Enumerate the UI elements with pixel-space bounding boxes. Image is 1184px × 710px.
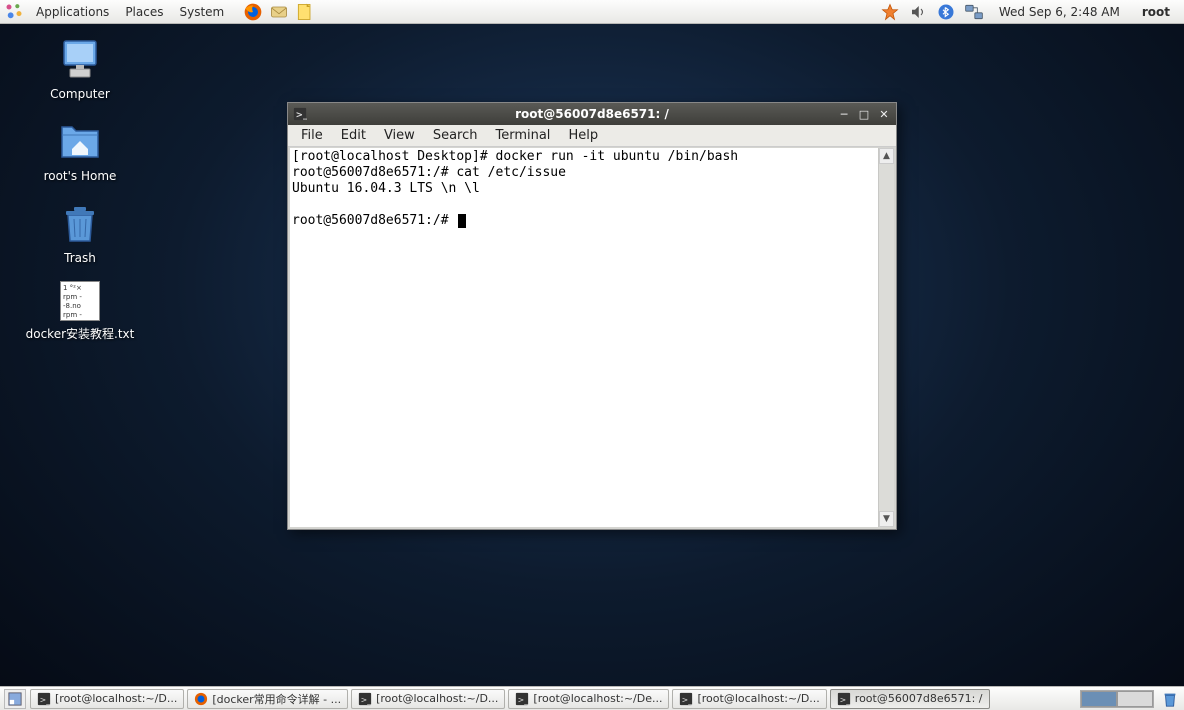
scroll-down-icon[interactable]: ▼ [879, 511, 894, 527]
home-label: root's Home [44, 169, 117, 183]
taskbar-item-label: [root@localhost:~/D... [376, 692, 498, 705]
home-folder-icon[interactable]: root's Home [20, 117, 140, 183]
taskbar-item[interactable]: >_ root@56007d8e6571: / [830, 689, 990, 709]
window-title: root@56007d8e6571: / [288, 107, 896, 121]
computer-label: Computer [50, 87, 110, 101]
taskbar-item[interactable]: >_ [root@localhost:~/D... [672, 689, 826, 709]
trash-icon[interactable]: Trash [20, 199, 140, 265]
terminal-window: >_ root@56007d8e6571: / ─ □ ✕ File Edit … [287, 102, 897, 530]
evolution-icon[interactable] [267, 0, 291, 24]
svg-text:>_: >_ [682, 695, 693, 704]
file-menu[interactable]: File [292, 126, 332, 145]
taskbar-item-label: [root@localhost:~/D... [55, 692, 177, 705]
close-button[interactable]: ✕ [876, 107, 892, 121]
cursor [458, 214, 466, 228]
terminal-window-icon: >_ [293, 107, 307, 121]
svg-text:>_: >_ [40, 695, 51, 704]
update-icon[interactable] [878, 0, 902, 24]
terminal-icon: >_ [358, 692, 372, 706]
trash-label: Trash [64, 251, 96, 265]
top-panel: Applications Places System Wed Sep 6, 2:… [0, 0, 1184, 24]
bluetooth-icon[interactable] [934, 0, 958, 24]
system-menu[interactable]: System [171, 2, 232, 22]
firefox-icon[interactable] [241, 0, 265, 24]
terminal-menu[interactable]: Terminal [486, 126, 559, 145]
minimize-button[interactable]: ─ [836, 107, 852, 121]
taskbar-item-label: [root@localhost:~/D... [697, 692, 819, 705]
user-menu[interactable]: root [1132, 5, 1180, 19]
scroll-up-icon[interactable]: ▲ [879, 148, 894, 164]
svg-text:>_: >_ [518, 695, 529, 704]
titlebar[interactable]: >_ root@56007d8e6571: / ─ □ ✕ [288, 103, 896, 125]
taskbar-item[interactable]: [docker常用命令详解 - ... [187, 689, 348, 709]
places-menu[interactable]: Places [117, 2, 171, 22]
taskbar-item-label: [root@localhost:~/De... [533, 692, 662, 705]
taskbar-item[interactable]: >_ [root@localhost:~/D... [351, 689, 505, 709]
terminal-content[interactable]: [root@localhost Desktop]# docker run -it… [290, 148, 878, 527]
terminal-icon: >_ [515, 692, 529, 706]
bottom-panel: >_ [root@localhost:~/D... [docker常用命令详解 - … [0, 686, 1184, 710]
svg-text:>_: >_ [296, 111, 307, 121]
edit-menu[interactable]: Edit [332, 126, 375, 145]
desktop-icons: Computer root's Home Trash 1 °²× rpm - -… [20, 35, 140, 358]
taskbar-item-label: root@56007d8e6571: / [855, 692, 983, 705]
taskbar-item[interactable]: >_ [root@localhost:~/D... [30, 689, 184, 709]
svg-text:>_: >_ [361, 695, 372, 704]
workspace-switcher [1080, 690, 1154, 708]
taskbar-item-label: [docker常用命令详解 - ... [212, 691, 341, 707]
terminal-icon: >_ [37, 692, 51, 706]
terminal-menubar: File Edit View Search Terminal Help [288, 125, 896, 147]
network-icon[interactable] [962, 0, 986, 24]
applications-menu[interactable]: Applications [28, 2, 117, 22]
terminal-icon: >_ [679, 692, 693, 706]
text-file-icon[interactable]: 1 °²× rpm - -8.no rpm - docker安装教程.txt [20, 281, 140, 342]
maximize-button[interactable]: □ [856, 107, 872, 121]
taskbar-item[interactable]: >_ [root@localhost:~/De... [508, 689, 669, 709]
help-menu[interactable]: Help [559, 126, 607, 145]
svg-text:>_: >_ [839, 695, 850, 704]
scroll-track[interactable] [879, 164, 894, 511]
scrollbar[interactable]: ▲ ▼ [878, 148, 894, 527]
volume-icon[interactable] [906, 0, 930, 24]
panel-trash-icon[interactable] [1160, 689, 1180, 709]
gnome-foot-icon [4, 2, 24, 22]
notes-icon[interactable] [293, 0, 317, 24]
workspace-2[interactable] [1117, 691, 1153, 707]
firefox-icon [194, 692, 208, 706]
search-menu[interactable]: Search [424, 126, 487, 145]
terminal-icon: >_ [837, 692, 851, 706]
workspace-1[interactable] [1081, 691, 1117, 707]
computer-icon[interactable]: Computer [20, 35, 140, 101]
text-file-label: docker安装教程.txt [26, 325, 135, 342]
text-file-preview: 1 °²× rpm - -8.no rpm - [60, 281, 100, 321]
clock[interactable]: Wed Sep 6, 2:48 AM [989, 5, 1130, 19]
view-menu[interactable]: View [375, 126, 424, 145]
show-desktop-button[interactable] [4, 689, 26, 709]
